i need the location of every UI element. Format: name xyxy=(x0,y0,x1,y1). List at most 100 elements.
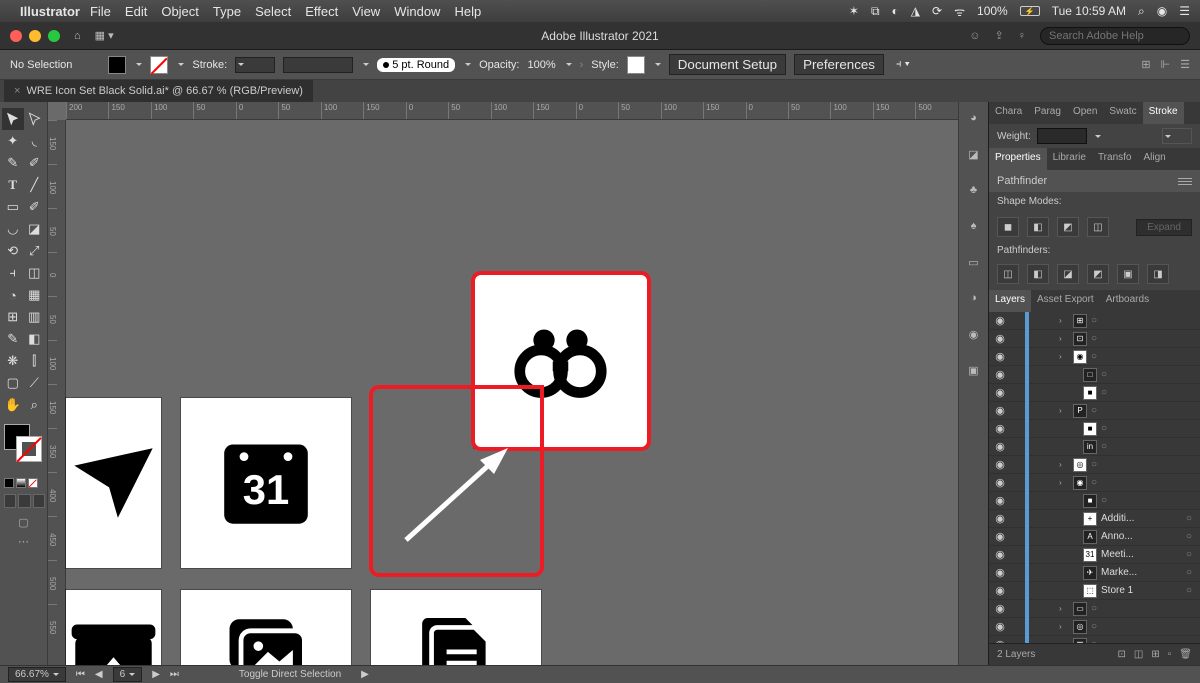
menu-object[interactable]: Object xyxy=(161,4,199,19)
menu-view[interactable]: View xyxy=(352,4,380,19)
tab-stroke[interactable]: Stroke xyxy=(1143,102,1184,124)
snap-icon[interactable]: ⊞ xyxy=(1141,58,1150,71)
layer-row[interactable]: ◉›◉○ xyxy=(989,474,1200,492)
perspective-tool[interactable]: ▦ xyxy=(24,284,46,306)
tab-libraries[interactable]: Librarie xyxy=(1047,148,1092,170)
layer-row[interactable]: ◉31Meeti...○ xyxy=(989,546,1200,564)
artboard-calendar[interactable]: 31 xyxy=(181,398,351,568)
align-icon[interactable]: ⫞ ▾ xyxy=(896,58,910,71)
eraser-tool[interactable]: ◪ xyxy=(24,218,46,240)
lasso-tool[interactable]: ◟ xyxy=(24,130,46,152)
draw-mode-buttons[interactable] xyxy=(2,494,45,508)
symbol-sprayer-tool[interactable]: ❋ xyxy=(2,350,24,372)
visibility-toggle[interactable]: ◉ xyxy=(993,584,1007,597)
artboard-nav-prev[interactable]: ◀ xyxy=(95,669,103,680)
selection-tool[interactable] xyxy=(2,108,24,130)
brushes-panel-icon[interactable]: ♣ xyxy=(964,180,984,200)
visibility-toggle[interactable]: ◉ xyxy=(993,548,1007,561)
stroke-panel-icon[interactable]: ▭ xyxy=(964,252,984,272)
visibility-toggle[interactable]: ◉ xyxy=(993,404,1007,417)
document-tab[interactable]: × WRE Icon Set Black Solid.ai* @ 66.67 %… xyxy=(4,80,313,102)
exclude-button[interactable]: ◫ xyxy=(1087,217,1109,237)
symbols-panel-icon[interactable]: ♠ xyxy=(964,216,984,236)
slice-tool[interactable]: ⟋ xyxy=(24,372,46,394)
transparency-panel-icon[interactable]: ◉ xyxy=(964,324,984,344)
brush-profile[interactable]: 5 pt. Round xyxy=(377,58,455,72)
layer-row[interactable]: ◉■○ xyxy=(989,492,1200,510)
artboard-gallery[interactable] xyxy=(181,590,351,665)
eyedropper-tool[interactable]: ✎ xyxy=(2,328,24,350)
new-sublayer-icon[interactable]: ⊞ xyxy=(1151,649,1159,660)
sync-icon[interactable]: ⟳ xyxy=(932,4,942,18)
target-icon[interactable]: ○ xyxy=(1101,387,1107,398)
gradient-tool[interactable]: ▥ xyxy=(24,306,46,328)
share-icon[interactable]: ⇪ xyxy=(995,29,1004,42)
layer-row[interactable]: ◉›◉○ xyxy=(989,348,1200,366)
target-icon[interactable]: ○ xyxy=(1101,369,1107,380)
layer-row[interactable]: ◉›⊞○ xyxy=(989,312,1200,330)
layer-row[interactable]: ◉⬚Store 1○ xyxy=(989,582,1200,600)
edit-toolbar-button[interactable]: ⋯ xyxy=(2,535,45,548)
target-icon[interactable]: ○ xyxy=(1091,333,1097,344)
tab-paragraph[interactable]: Parag xyxy=(1028,102,1067,124)
type-tool[interactable]: T xyxy=(2,174,24,196)
evernote-icon[interactable]: ✶ xyxy=(849,4,859,18)
visibility-toggle[interactable]: ◉ xyxy=(993,566,1007,579)
target-icon[interactable]: ○ xyxy=(1186,549,1196,560)
graph-tool[interactable]: ⫿ xyxy=(24,350,46,372)
status-icon[interactable]: ◮ xyxy=(911,4,920,18)
close-window-button[interactable] xyxy=(10,30,22,42)
target-icon[interactable]: ○ xyxy=(1091,351,1097,362)
close-tab-icon[interactable]: × xyxy=(14,85,20,97)
spotlight-icon[interactable]: ⌕ xyxy=(1138,4,1145,19)
artboard-nav-current[interactable]: 6 xyxy=(113,667,143,682)
target-icon[interactable]: ○ xyxy=(1091,621,1097,632)
panel-menu-icon[interactable]: ☰ xyxy=(1180,58,1190,71)
zoom-tool[interactable]: ⌕ xyxy=(24,394,46,416)
target-icon[interactable]: ○ xyxy=(1091,603,1097,614)
maximize-window-button[interactable] xyxy=(48,30,60,42)
search-input[interactable] xyxy=(1040,27,1190,45)
discover-icon[interactable]: ♀ xyxy=(1018,30,1026,42)
outline-button[interactable]: ▣ xyxy=(1117,264,1139,284)
fill-stroke-color[interactable] xyxy=(2,424,45,464)
wifi-icon[interactable]: ᯤ xyxy=(954,3,965,20)
target-icon[interactable]: ○ xyxy=(1186,513,1196,524)
weight-input[interactable] xyxy=(1037,128,1087,144)
visibility-toggle[interactable]: ◉ xyxy=(993,350,1007,363)
visibility-toggle[interactable]: ◉ xyxy=(993,386,1007,399)
shaper-tool[interactable]: ◡ xyxy=(2,218,24,240)
rotate-tool[interactable]: ⟲ xyxy=(2,240,24,262)
visibility-toggle[interactable]: ◉ xyxy=(993,476,1007,489)
panel-menu-icon[interactable] xyxy=(1178,178,1192,185)
tab-transform[interactable]: Transfo xyxy=(1092,148,1138,170)
zoom-level[interactable]: 66.67% xyxy=(8,667,66,682)
artboard-nav-first[interactable]: ⏮ xyxy=(76,669,85,680)
visibility-toggle[interactable]: ◉ xyxy=(993,368,1007,381)
color-panel-icon[interactable]: ◕ xyxy=(964,108,984,128)
new-layer-icon[interactable]: ▫ xyxy=(1168,649,1172,660)
menu-edit[interactable]: Edit xyxy=(125,4,147,19)
target-icon[interactable]: ○ xyxy=(1101,423,1107,434)
align-panel-icon[interactable]: ⊩ xyxy=(1161,58,1171,71)
divide-button[interactable]: ◫ xyxy=(997,264,1019,284)
artboard-store[interactable] xyxy=(66,590,161,665)
pen-tool[interactable]: ✎ xyxy=(2,152,24,174)
gradient-panel-icon[interactable]: ◑ xyxy=(964,288,984,308)
minus-front-button[interactable]: ◧ xyxy=(1027,217,1049,237)
artboard-tool[interactable]: ▢ xyxy=(2,372,24,394)
visibility-toggle[interactable]: ◉ xyxy=(993,602,1007,615)
stroke-swatch[interactable] xyxy=(150,56,168,74)
menu-window[interactable]: Window xyxy=(394,4,440,19)
paintbrush-tool[interactable]: ✐ xyxy=(24,196,46,218)
layer-row[interactable]: ◉■○ xyxy=(989,384,1200,402)
artboard-nav-last[interactable]: ⏭ xyxy=(170,669,179,680)
line-tool[interactable]: ╱ xyxy=(24,174,46,196)
appearance-panel-icon[interactable]: ▣ xyxy=(964,360,984,380)
layer-row[interactable]: ◉■○ xyxy=(989,420,1200,438)
layer-row[interactable]: ◉›P○ xyxy=(989,402,1200,420)
unite-button[interactable]: ◼ xyxy=(997,217,1019,237)
visibility-toggle[interactable]: ◉ xyxy=(993,530,1007,543)
tab-layers[interactable]: Layers xyxy=(989,290,1031,312)
layers-list[interactable]: ◉›⊞○◉›⊡○◉›◉○◉□○◉■○◉›P○◉■○◉in○◉›◎○◉›◉○◉■○… xyxy=(989,312,1200,643)
